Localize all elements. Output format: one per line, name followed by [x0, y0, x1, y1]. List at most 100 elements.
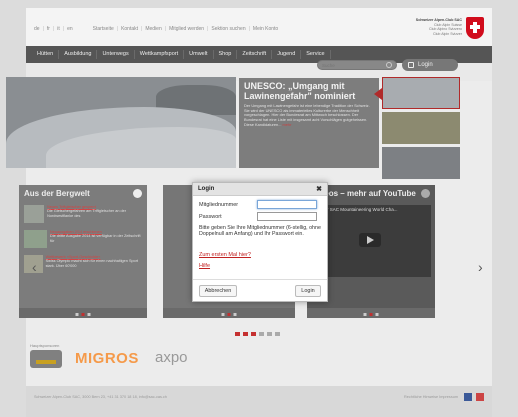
login-button[interactable]: Login — [402, 59, 458, 71]
page-dot[interactable] — [369, 313, 373, 316]
migros-logo[interactable]: MIGROS — [75, 350, 139, 367]
link-startseite[interactable]: Startseite — [93, 26, 114, 32]
footer-address: Schweizer Alpen-Club SAC, 3000 Bern 23, … — [34, 395, 167, 399]
password-label: Passwort — [199, 213, 222, 220]
nav-shop[interactable]: Shop — [214, 50, 238, 59]
list-item[interactable]: Neuausgaben 2/14 erschienen Die dritte Au… — [24, 230, 142, 250]
lang-en[interactable]: en — [67, 26, 73, 32]
list-item[interactable]: Neues Triftgletscher gesperrt Die Gletsch… — [24, 205, 142, 225]
hero-thumbnails — [382, 77, 460, 187]
dialog-footer: Abbrechen Login — [193, 279, 327, 301]
link-mitglied-werden[interactable]: Mitglied werden — [169, 26, 204, 32]
lang-fr[interactable]: fr — [47, 26, 50, 32]
member-row: Mitgliednummer — [199, 200, 317, 209]
login-dialog: Login ✖ Mitgliednummer Passwort Bitte ge… — [192, 182, 328, 302]
login-button-label: Login — [418, 62, 433, 68]
help-link[interactable]: Hilfe — [199, 263, 210, 269]
nav-huetten[interactable]: Hütten — [32, 50, 60, 59]
hero-thumbnail[interactable] — [382, 77, 460, 109]
hero-thumbnail[interactable] — [382, 112, 460, 144]
share-icon[interactable] — [476, 393, 484, 401]
nav-service[interactable]: Service — [301, 50, 331, 59]
page-dot[interactable] — [221, 313, 225, 316]
search-input[interactable] — [318, 61, 380, 69]
lang-it[interactable]: it — [57, 26, 60, 32]
page-dot[interactable] — [81, 313, 85, 316]
password-row: Passwort — [199, 212, 317, 221]
news-card-title: Aus der Bergwelt — [24, 189, 90, 198]
brand-text: Schweizer Alpen-Club SAC Club Alpin Suis… — [416, 18, 462, 36]
arrow-circle-icon[interactable] — [133, 189, 142, 198]
nav-zeitschrift[interactable]: Zeitschrift — [237, 50, 273, 59]
nav-wettkampfsport[interactable]: Wettkampfsport — [135, 50, 185, 59]
footer-legal-links[interactable]: Rechtliche Hinweise Impressum — [404, 395, 458, 399]
brand-line-3: Club Alpin Svizzer — [433, 31, 462, 36]
hero-thumbnail[interactable] — [382, 147, 460, 179]
page-dot[interactable] — [87, 313, 91, 316]
pager-dot[interactable] — [275, 332, 280, 336]
pager-dot[interactable] — [235, 332, 240, 336]
page-dot[interactable] — [75, 313, 79, 316]
pager-dot[interactable] — [243, 332, 248, 336]
list-item[interactable]: Wettbewerb »Sport-Geschichte« Swiss Olymp… — [24, 255, 142, 275]
brand-name: Schweizer Alpen-Club SAC — [415, 18, 462, 22]
chevron-right-icon[interactable]: › — [478, 259, 483, 275]
cancel-button[interactable]: Abbrechen — [199, 285, 237, 297]
first-time-link[interactable]: Zum ersten Mal hier? — [199, 252, 251, 258]
top-links: de | fr | it | en Startseite | Kontakt | Medi… — [34, 25, 279, 32]
page-dot[interactable] — [227, 313, 231, 316]
news-text: Swiss Olympic macht sich für einen nachh… — [45, 259, 139, 268]
header: de | fr | it | en Startseite | Kontakt | Medi… — [26, 8, 492, 46]
brand-line-1: Club Alpin Suisse — [434, 22, 462, 27]
card-pager — [235, 332, 280, 336]
news-thumbnail — [24, 230, 47, 248]
youtube-icon[interactable] — [421, 189, 430, 198]
search-box — [317, 60, 397, 70]
nav-ausbildung[interactable]: Ausbildung — [59, 50, 98, 59]
lang-de[interactable]: de — [34, 26, 40, 32]
card-footer — [19, 308, 147, 318]
link-mein-konto[interactable]: Mein Konto — [253, 26, 278, 32]
dialog-help-text: Bitte geben Sie Ihre Mitgliednummer (6-s… — [199, 225, 321, 238]
axpo-logo[interactable]: axpo — [155, 349, 188, 366]
search-icon[interactable] — [386, 62, 392, 68]
sponsors-label: Hauptsponsoren — [30, 343, 60, 348]
footer: Schweizer Alpen-Club SAC, 3000 Bern 23, … — [26, 386, 492, 417]
news-text: Die dritte Ausgabe 2014 ist verfügbar in… — [50, 234, 141, 243]
play-icon[interactable] — [359, 233, 381, 247]
news-text: Die Gletschergefahren am Triftgletscher … — [47, 209, 127, 218]
card-footer — [163, 308, 295, 318]
page-dot[interactable] — [233, 313, 237, 316]
hero-image[interactable] — [6, 77, 236, 168]
member-number-label: Mitgliednummer — [199, 201, 239, 208]
hero-more-link[interactable]: mehr — [283, 122, 292, 127]
link-medien[interactable]: Medien — [145, 26, 161, 32]
page-dot[interactable] — [363, 313, 367, 316]
mammut-logo[interactable] — [30, 350, 62, 368]
dialog-header: Login ✖ — [193, 183, 327, 196]
login-submit-button[interactable]: Login — [295, 285, 321, 297]
news-card: Aus der Bergwelt Neues Triftgletscher ge… — [19, 185, 147, 318]
member-number-field[interactable] — [257, 200, 317, 209]
password-field[interactable] — [257, 212, 317, 221]
pager-dot[interactable] — [259, 332, 264, 336]
news-thumbnail — [24, 205, 45, 223]
close-icon[interactable]: ✖ — [316, 185, 322, 193]
swiss-cross-logo-icon[interactable] — [466, 17, 484, 39]
brand-line-2: Club Alpino Svizzero — [429, 27, 462, 32]
nav-unterwegs[interactable]: Unterwegs — [97, 50, 135, 59]
page-dot[interactable] — [375, 313, 379, 316]
video-player[interactable]: Teaser SAC Mountaineering World Cha... — [311, 205, 431, 277]
link-kontakt[interactable]: Kontakt — [121, 26, 138, 32]
card-footer — [307, 308, 435, 318]
nav-umwelt[interactable]: Umwelt — [184, 50, 214, 59]
facebook-icon[interactable] — [464, 393, 472, 401]
chevron-left-icon[interactable]: ‹ — [32, 259, 37, 275]
pager-dot[interactable] — [267, 332, 272, 336]
nav-jugend[interactable]: Jugend — [272, 50, 302, 59]
link-sektion-suchen[interactable]: Sektion suchen — [211, 26, 245, 32]
dialog-title: Login — [198, 186, 215, 192]
lock-icon — [408, 62, 414, 68]
pager-dot[interactable] — [251, 332, 256, 336]
hero-title[interactable]: UNESCO: „Umgang mit Lawinengefahr" nomin… — [244, 81, 374, 101]
